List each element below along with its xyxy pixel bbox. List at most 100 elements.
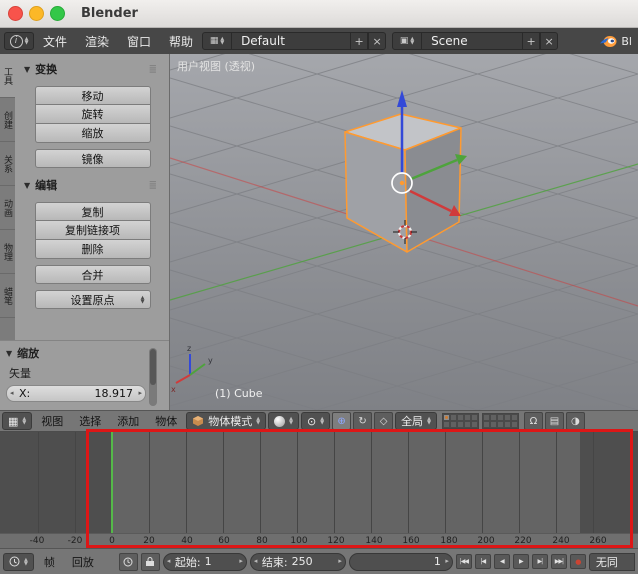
viewport-editor-icon (8, 415, 18, 428)
rotate-button[interactable]: 旋转 (34, 105, 151, 124)
scene-field[interactable]: Scene (422, 32, 523, 50)
ruler-tick: 100 (290, 536, 308, 546)
close-window-icon[interactable] (8, 6, 23, 21)
chevron-updown-icon (256, 417, 260, 425)
timeline-ruler[interactable]: -40 -20 0 20 40 60 80 100 120 140 160 18… (0, 533, 638, 548)
decrement-icon[interactable] (167, 557, 171, 565)
chevron-updown-icon (410, 37, 414, 45)
chevron-updown-icon (22, 417, 26, 425)
menu-help[interactable]: 帮助 (160, 33, 202, 50)
mirror-button[interactable]: 镜像 (34, 149, 151, 168)
current-frame-field[interactable]: 1 (348, 552, 453, 571)
increment-icon[interactable] (239, 557, 243, 565)
menu-render[interactable]: 渲染 (76, 33, 118, 50)
set-origin-dropdown[interactable]: 设置原点 (34, 290, 151, 309)
menu-playback[interactable]: 回放 (65, 554, 101, 570)
viewport-canvas[interactable]: z y x 用户视图 (透视) (1) Cube (170, 54, 638, 410)
screen-layout-icon (210, 36, 219, 46)
increment-icon[interactable] (445, 557, 449, 565)
decrement-icon[interactable] (254, 557, 258, 565)
manipulator-translate-button[interactable] (332, 412, 352, 430)
tab-animation[interactable]: 动画 (0, 186, 15, 230)
shading-dropdown[interactable] (268, 412, 299, 430)
screen-layout-field[interactable]: Default (232, 32, 351, 50)
panel-grip-icon[interactable] (149, 180, 157, 191)
minimize-window-icon[interactable] (29, 6, 44, 21)
redo-panel-header[interactable]: 缩放 (6, 343, 163, 363)
jump-to-end-button[interactable]: ▶▶| (550, 554, 567, 569)
decrement-icon[interactable] (10, 389, 14, 397)
transform-panel-header[interactable]: 变换 (24, 59, 161, 79)
prev-keyframe-button[interactable]: |◀ (474, 554, 491, 569)
ruler-tick: 80 (256, 536, 268, 546)
tab-physics[interactable]: 物理 (0, 230, 15, 274)
vector-x-slider[interactable]: X: 18.917 (6, 385, 146, 402)
lock-range-button[interactable] (140, 552, 160, 571)
tab-grease-pencil[interactable]: 蜡笔 (0, 274, 15, 318)
timeline-gridlines (0, 432, 638, 533)
mode-dropdown[interactable]: 物体模式 (186, 412, 267, 430)
start-frame-field[interactable]: 起始: 1 (162, 552, 247, 571)
axis-z-label: z (187, 344, 191, 353)
delete-button[interactable]: 删除 (34, 240, 151, 259)
sync-dropdown[interactable]: 无同 (588, 552, 635, 571)
jump-to-start-button[interactable]: |◀◀ (455, 554, 472, 569)
tab-relations[interactable]: 关系 (0, 142, 15, 186)
preview-range-button[interactable] (118, 552, 138, 571)
layer-group-1[interactable] (441, 413, 479, 429)
duplicate-button[interactable]: 复制 (34, 202, 151, 221)
menu-view[interactable]: 视图 (34, 413, 70, 429)
maximize-window-icon[interactable] (50, 6, 65, 21)
magnet-icon (530, 416, 538, 427)
render-opengl-button[interactable] (544, 412, 564, 430)
scene-browse-button[interactable] (392, 32, 423, 50)
play-button[interactable]: ▶ (512, 554, 529, 569)
menu-add[interactable]: 添加 (110, 413, 146, 429)
play-reverse-button[interactable]: ◀ (493, 554, 510, 569)
current-frame-line[interactable] (111, 432, 113, 533)
menu-select[interactable]: 选择 (72, 413, 108, 429)
manipulator-scale-button[interactable] (374, 412, 394, 430)
remove-layout-button[interactable] (368, 32, 387, 50)
screen-layout-browse-button[interactable] (202, 32, 233, 50)
orientation-dropdown[interactable]: 全局 (395, 412, 437, 430)
editor-type-info-button[interactable] (4, 32, 34, 50)
next-keyframe-button[interactable]: ▶| (531, 554, 548, 569)
record-button[interactable] (569, 554, 586, 569)
duplicate-linked-button[interactable]: 复制链接项 (34, 221, 151, 240)
viewport-header: 视图 选择 添加 物体 物体模式 全局 (0, 410, 638, 432)
tab-create[interactable]: 创建 (0, 98, 15, 142)
add-layout-button[interactable] (350, 32, 369, 50)
snap-toggle-button[interactable] (523, 412, 543, 430)
pivot-dropdown[interactable] (300, 412, 331, 430)
translate-button[interactable]: 移动 (34, 86, 151, 105)
collapse-triangle-icon (24, 181, 30, 190)
end-frame-field[interactable]: 结束: 250 (249, 552, 346, 571)
increment-icon[interactable] (138, 389, 142, 397)
ruler-tick: 180 (440, 536, 458, 546)
join-button[interactable]: 合并 (34, 265, 151, 284)
menu-frame[interactable]: 帧 (37, 554, 62, 570)
timeline-area[interactable]: -40 -20 0 20 40 60 80 100 120 140 160 18… (0, 432, 638, 548)
manipulator-rotate-button[interactable] (353, 412, 373, 430)
render-anim-button[interactable] (565, 412, 585, 430)
menu-object[interactable]: 物体 (148, 413, 184, 429)
menu-file[interactable]: 文件 (34, 33, 76, 50)
scale-icon (380, 416, 388, 427)
info-icon (9, 34, 23, 48)
editor-type-timeline-button[interactable] (3, 552, 34, 571)
scale-button[interactable]: 缩放 (34, 124, 151, 143)
layer-group-2[interactable] (481, 413, 519, 429)
tab-tools[interactable]: 工具 (0, 54, 15, 98)
edit-panel-header[interactable]: 编辑 (24, 175, 161, 195)
timeline-header: 帧 回放 起始: 1 结束: 250 1 (0, 548, 638, 574)
increment-icon[interactable] (338, 557, 342, 565)
object-mode-icon (193, 416, 204, 426)
panel-grip-icon[interactable] (149, 64, 157, 75)
tool-shelf-scrollbar[interactable] (149, 348, 157, 406)
editor-type-3dview-button[interactable] (2, 412, 33, 430)
menu-window[interactable]: 窗口 (118, 33, 160, 50)
remove-scene-button[interactable] (540, 32, 559, 50)
viewport-3d[interactable]: z y x 用户视图 (透视) (1) Cube (170, 54, 638, 410)
add-scene-button[interactable] (522, 32, 541, 50)
